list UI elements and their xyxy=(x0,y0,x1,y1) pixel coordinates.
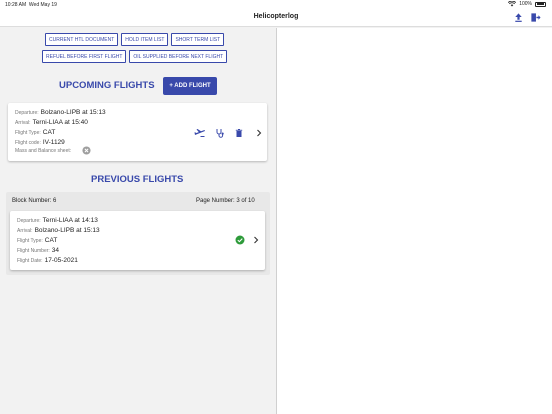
upcoming-flights-title: UPCOMING FLIGHTS xyxy=(59,80,155,91)
check-circle-icon xyxy=(235,235,245,245)
flight-code-line: Flight code: IV-1129 xyxy=(15,139,65,146)
add-flight-button[interactable]: + ADD FLIGHT xyxy=(163,77,217,95)
chevron-right-icon[interactable] xyxy=(254,128,264,138)
status-time: 10:28 AM Wed May 19 xyxy=(5,2,57,8)
navigation-bar: Helicopterlog xyxy=(0,9,552,27)
hold-item-list-button[interactable]: HOLD ITEM LIST xyxy=(121,33,169,46)
departure-line: Departure: Terni-LIAA at 14:13 xyxy=(17,217,98,224)
short-term-list-button[interactable]: SHORT TERM LIST xyxy=(171,33,225,46)
flight-type-line: Flight Type: CAT xyxy=(15,129,56,136)
oil-supplied-before-next-flight-button[interactable]: OIL SUPPLIED BEFORE NEXT FLIGHT xyxy=(129,50,228,63)
flight-number-line: Flight Number: 34 xyxy=(17,247,60,254)
arrival-line: Arrival: Bolzano-LIPB at 15:13 xyxy=(17,227,100,234)
status-right: 100% xyxy=(508,1,546,7)
toolbar-row-2: REFUEL BEFORE FIRST FLIGHT OIL SUPPLIED … xyxy=(42,50,228,63)
previous-flights-title: PREVIOUS FLIGHTS xyxy=(91,174,184,185)
status-bar: 10:28 AM Wed May 19 100% xyxy=(0,0,552,9)
wifi-icon xyxy=(508,1,517,7)
battery-icon xyxy=(535,1,546,7)
detail-panel xyxy=(277,28,552,414)
upcoming-flight-card[interactable]: Departure: Bolzano-LIPB at 15:13 Arrival:… xyxy=(8,103,267,161)
flight-date-line: Flight Date: 17-05-2021 xyxy=(17,257,78,264)
app-title: Helicopterlog xyxy=(253,13,299,20)
chevron-right-icon[interactable] xyxy=(251,235,261,245)
battery-label: 100% xyxy=(519,1,532,7)
current-htl-document-button[interactable]: CURRENT HTL DOCUMENT xyxy=(45,33,119,46)
takeoff-icon[interactable] xyxy=(194,128,206,138)
block-number: Block Number: 6 xyxy=(12,198,57,204)
mass-balance-line: Mass and Balance sheet: xyxy=(15,148,72,154)
flight-type-line: Flight Type: CAT xyxy=(17,237,58,244)
upload-icon[interactable] xyxy=(513,12,524,23)
toolbar-row-1: CURRENT HTL DOCUMENT HOLD ITEM LIST SHOR… xyxy=(45,33,225,46)
page-number: Page Number: 3 of 10 xyxy=(196,198,255,204)
logout-icon[interactable] xyxy=(530,12,541,23)
stethoscope-icon[interactable] xyxy=(215,128,225,138)
arrival-line: Arrival: Terni-LIAA at 15:40 xyxy=(15,119,88,126)
mass-balance-missing-icon[interactable] xyxy=(82,146,91,155)
previous-flight-card[interactable]: Departure: Terni-LIAA at 14:13 Arrival: Bo… xyxy=(10,211,265,270)
departure-line: Departure: Bolzano-LIPB at 15:13 xyxy=(15,109,106,116)
refuel-before-first-flight-button[interactable]: REFUEL BEFORE FIRST FLIGHT xyxy=(42,50,127,63)
delete-icon[interactable] xyxy=(234,128,244,138)
